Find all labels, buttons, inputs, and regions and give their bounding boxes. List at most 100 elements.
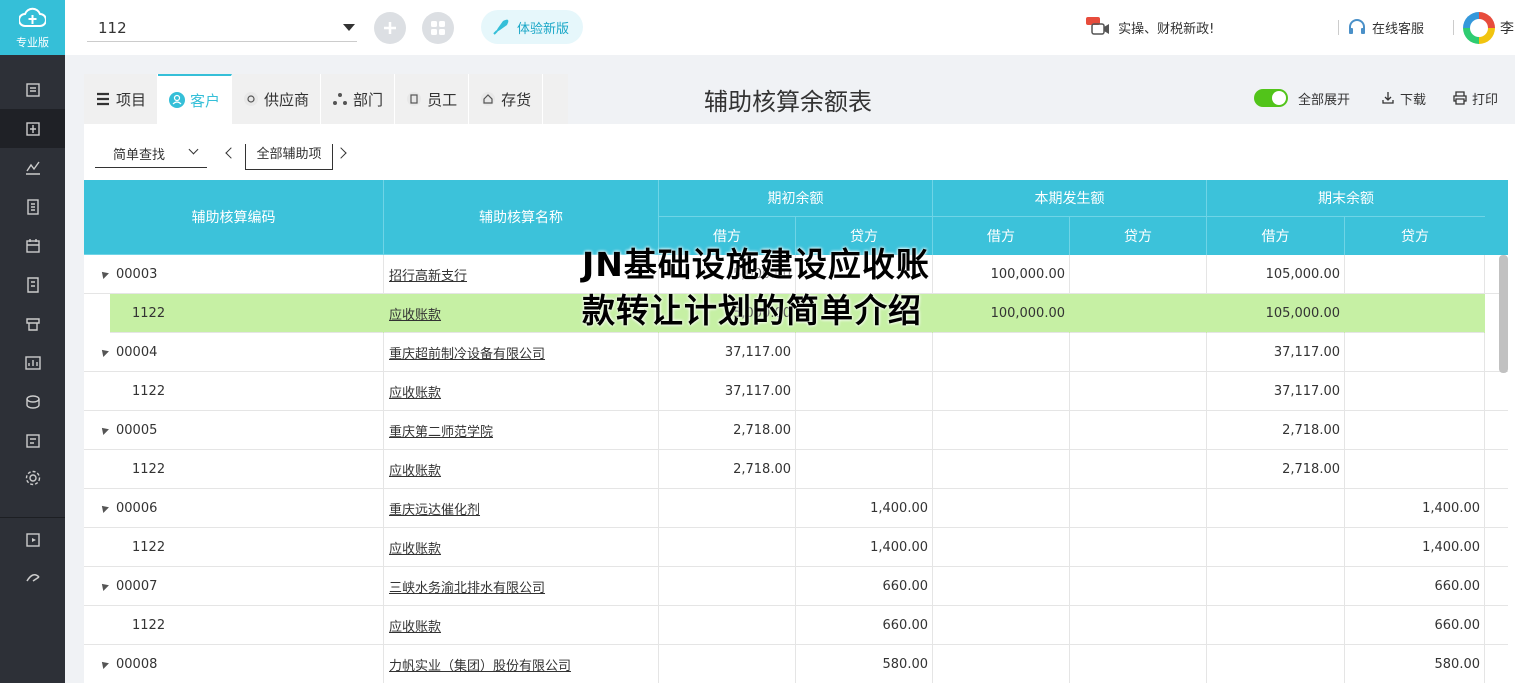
simple-search-dropdown[interactable]: 简单查找 bbox=[95, 142, 207, 168]
tab-label: 存货 bbox=[501, 90, 532, 109]
aux-type-tabs: 项目 客户 供应商 部门 员工 存货 bbox=[84, 74, 568, 124]
collapse-triangle-icon[interactable] bbox=[99, 503, 109, 513]
tab-label: 员工 bbox=[427, 90, 458, 109]
logo-label: 专业版 bbox=[16, 36, 49, 49]
account-select[interactable]: 112 bbox=[87, 14, 357, 42]
sidebar-item-print[interactable] bbox=[0, 304, 65, 343]
sidebar-item-report[interactable] bbox=[0, 343, 65, 382]
tab-customer[interactable]: 客户 bbox=[158, 74, 233, 124]
sidebar-item-tax[interactable] bbox=[0, 421, 65, 460]
list-icon bbox=[95, 91, 111, 107]
table-row[interactable]: 1122 应收账款 1,400.00 1,400.00 bbox=[84, 528, 1508, 567]
collapse-triangle-icon[interactable] bbox=[99, 425, 109, 435]
cell-cur-d bbox=[933, 606, 1070, 645]
tab-list[interactable]: 项目 bbox=[84, 74, 159, 124]
cell-open-d bbox=[659, 567, 796, 606]
cell-name[interactable]: 应收账款 bbox=[384, 606, 659, 645]
cell-name[interactable]: 重庆远达催化剂 bbox=[384, 489, 659, 528]
cell-close-d: 105,000.00 bbox=[1207, 255, 1345, 294]
chevron-left-icon[interactable] bbox=[225, 147, 237, 159]
inventory-icon bbox=[480, 91, 496, 107]
cell-text: 1122 bbox=[132, 462, 166, 477]
collapse-triangle-icon[interactable] bbox=[99, 581, 109, 591]
try-new-version-button[interactable]: 体验新版 bbox=[481, 10, 583, 44]
chevron-right-icon[interactable] bbox=[335, 147, 347, 159]
table-row[interactable]: 00007 三峡水务渝北排水有限公司 660.00 660.00 bbox=[84, 567, 1508, 606]
table-row[interactable]: 1122 应收账款 37,117.00 37,117.00 bbox=[84, 372, 1508, 411]
cell-cur-c bbox=[1070, 255, 1207, 294]
tab-supplier[interactable]: 供应商 bbox=[232, 74, 322, 124]
cell-open-c: 580.00 bbox=[796, 645, 933, 683]
sidebar-item-settings[interactable] bbox=[0, 458, 65, 497]
tab-department[interactable]: 部门 bbox=[321, 74, 396, 124]
all-aux-selector[interactable]: 全部辅助项 bbox=[245, 144, 333, 170]
table-row[interactable]: 1122 应收账款 2,718.00 2,718.00 bbox=[84, 450, 1508, 489]
sidebar-item-link[interactable] bbox=[0, 557, 65, 596]
cell-cur-d bbox=[933, 567, 1070, 606]
cell-open-c: 1,400.00 bbox=[796, 489, 933, 528]
cell-cur-d: 100,000.00 bbox=[933, 294, 1070, 333]
header-closing-debit: 借方 bbox=[1207, 217, 1345, 255]
download-label: 下载 bbox=[1400, 92, 1427, 108]
cell-cur-c bbox=[1070, 528, 1207, 567]
sidebar-item-ledger[interactable] bbox=[0, 187, 65, 226]
cell-code: 00008 bbox=[84, 645, 384, 683]
online-service-button[interactable]: 在线客服 bbox=[1348, 14, 1424, 40]
cell-close-d: 37,117.00 bbox=[1207, 333, 1345, 372]
news-ticker[interactable]: 实操、财税新政! bbox=[1086, 14, 1214, 40]
download-icon bbox=[1382, 92, 1394, 104]
tab-inventory[interactable]: 存货 bbox=[469, 74, 544, 124]
table-row[interactable]: 1122 应收账款 660.00 660.00 bbox=[84, 606, 1508, 645]
sidebar-item-invoice[interactable] bbox=[0, 265, 65, 304]
apps-button[interactable] bbox=[422, 12, 454, 44]
sidebar-item-document[interactable] bbox=[0, 70, 65, 109]
sidebar-item-coin[interactable] bbox=[0, 382, 65, 421]
collapse-triangle-icon[interactable] bbox=[99, 269, 109, 279]
cell-name[interactable]: 应收账款 bbox=[384, 528, 659, 567]
cell-name[interactable]: 重庆超前制冷设备有限公司 bbox=[384, 333, 659, 372]
printer-icon bbox=[1453, 91, 1467, 105]
sidebar-item-video[interactable] bbox=[0, 520, 65, 559]
cell-text: 100,000.00 bbox=[990, 306, 1065, 321]
cell-text: 重庆远达催化剂 bbox=[389, 503, 481, 518]
toggle-switch[interactable] bbox=[1254, 89, 1288, 107]
cell-text: 105,000.00 bbox=[1265, 306, 1340, 321]
cell-name[interactable]: 三峡水务渝北排水有限公司 bbox=[384, 567, 659, 606]
cell-open-c bbox=[796, 372, 933, 411]
collapse-triangle-icon[interactable] bbox=[99, 347, 109, 357]
scrollbar-thumb[interactable] bbox=[1499, 255, 1508, 373]
cell-close-c: 660.00 bbox=[1345, 606, 1485, 645]
add-button[interactable] bbox=[374, 12, 406, 44]
sidebar-item-voucher[interactable] bbox=[0, 109, 65, 148]
app-logo[interactable]: 专业版 bbox=[0, 0, 65, 55]
cell-close-d bbox=[1207, 567, 1345, 606]
cell-name[interactable]: 力帆实业（集团）股份有限公司 bbox=[384, 645, 659, 683]
download-button[interactable]: 下载 bbox=[1381, 88, 1426, 108]
table-row[interactable]: 00004 重庆超前制冷设备有限公司 37,117.00 37,117.00 bbox=[84, 333, 1508, 372]
sidebar-item-chart[interactable] bbox=[0, 148, 65, 187]
table-row[interactable]: 00005 重庆第二师范学院 2,718.00 2,718.00 bbox=[84, 411, 1508, 450]
invoice-icon bbox=[26, 276, 39, 293]
cell-name[interactable]: 重庆第二师范学院 bbox=[384, 411, 659, 450]
collapse-triangle-icon[interactable] bbox=[99, 659, 109, 669]
vertical-scrollbar[interactable] bbox=[1499, 255, 1508, 683]
cell-text: 1122 bbox=[132, 540, 166, 555]
sidebar-item-calendar[interactable] bbox=[0, 226, 65, 265]
cell-text: 00008 bbox=[116, 657, 158, 672]
cell-cur-d bbox=[933, 411, 1070, 450]
expand-all-toggle[interactable]: 全部展开 bbox=[1254, 88, 1350, 108]
cell-name[interactable]: 应收账款 bbox=[384, 372, 659, 411]
cell-text: 2,718.00 bbox=[1282, 462, 1340, 477]
user-menu[interactable]: 李 bbox=[1463, 11, 1514, 45]
cell-close-c bbox=[1345, 255, 1485, 294]
cell-text: 2,718.00 bbox=[733, 462, 791, 477]
cell-text: 1,400.00 bbox=[1422, 501, 1480, 516]
print-button[interactable]: 打印 bbox=[1453, 88, 1498, 108]
table-row[interactable]: 00006 重庆远达催化剂 1,400.00 1,400.00 bbox=[84, 489, 1508, 528]
cell-close-c bbox=[1345, 294, 1485, 333]
cell-close-d: 2,718.00 bbox=[1207, 411, 1345, 450]
cell-code: 00007 bbox=[84, 567, 384, 606]
table-row[interactable]: 00008 力帆实业（集团）股份有限公司 580.00 580.00 bbox=[84, 645, 1508, 683]
tab-employee[interactable]: 员工 bbox=[395, 74, 470, 124]
cell-name[interactable]: 应收账款 bbox=[384, 450, 659, 489]
